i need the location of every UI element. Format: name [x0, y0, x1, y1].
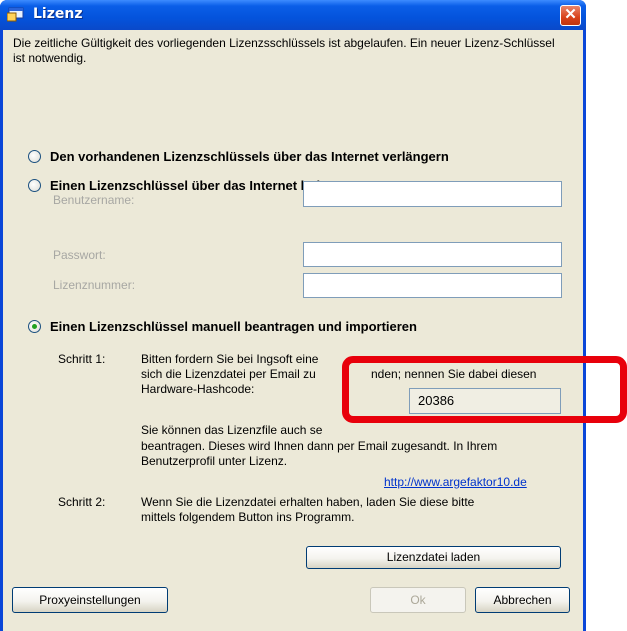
step1-line2: sich die Lizenzdatei per Email zu [141, 367, 316, 381]
cancel-button[interactable]: Abbrechen [475, 587, 570, 613]
license-number-input[interactable] [303, 273, 562, 298]
option-renew[interactable]: Den vorhandenen Lizenzschlüssels über da… [28, 147, 449, 165]
dialog-body: Die zeitliche Gültigkeit des vorliegende… [3, 30, 583, 631]
option-fetch[interactable]: Einen Lizenzschlüssel über das Internet … [28, 176, 335, 194]
ok-button[interactable]: Ok [370, 587, 466, 613]
step2-line2: mittels folgendem Button ins Programm. [141, 510, 355, 524]
radio-fetch[interactable] [28, 178, 41, 192]
intro-text: Die zeitliche Gültigkeit des vorliegende… [13, 36, 555, 65]
step1-line3: Hardware-Hashcode: [141, 382, 255, 396]
close-icon: ✕ [564, 6, 577, 23]
option-fetch-label: Einen Lizenzschlüssel über das Internet … [50, 177, 336, 193]
step2-line1: Wenn Sie die Lizenzdatei erhalten haben,… [141, 495, 475, 509]
website-link[interactable]: http://www.argefaktor10.de [384, 475, 527, 489]
step1-para2-line2: beantragen. Dieses wird Ihnen dann per E… [141, 439, 498, 453]
radio-renew[interactable] [28, 149, 41, 163]
highlight-annotation [342, 356, 627, 423]
window-title: Lizenz [33, 6, 83, 22]
license-dialog: Lizenz ✕ Die zeitliche Gültigkeit des vo… [0, 0, 586, 631]
license-number-label: Lizenznummer: [53, 278, 136, 292]
option-renew-label: Den vorhandenen Lizenzschlüssels über da… [50, 148, 449, 164]
app-window-icon [7, 7, 24, 22]
step1-para2-line3: Benutzerprofil unter Lizenz. [141, 454, 288, 468]
username-label: Benutzername: [53, 193, 135, 207]
proxy-settings-button[interactable]: Proxyeinstellungen [12, 587, 168, 613]
username-input[interactable] [303, 181, 562, 207]
option-manual-label: Einen Lizenzschlüssel manuell beantragen… [50, 318, 417, 334]
step1-label: Schritt 1: [58, 352, 106, 366]
load-license-button[interactable]: Lizenzdatei laden [306, 546, 561, 569]
radio-manual[interactable] [28, 319, 41, 333]
step2-label: Schritt 2: [58, 495, 106, 509]
step1-line1: Bitten fordern Sie bei Ingsoft eine [141, 352, 319, 366]
close-button[interactable]: ✕ [560, 5, 581, 26]
title-bar[interactable]: Lizenz ✕ [0, 0, 586, 30]
option-manual[interactable]: Einen Lizenzschlüssel manuell beantragen… [28, 317, 417, 335]
password-input[interactable] [303, 242, 562, 267]
step1-para2-line1: Sie können das Lizenzfile auch se [141, 423, 323, 437]
password-label: Passwort: [53, 248, 106, 262]
